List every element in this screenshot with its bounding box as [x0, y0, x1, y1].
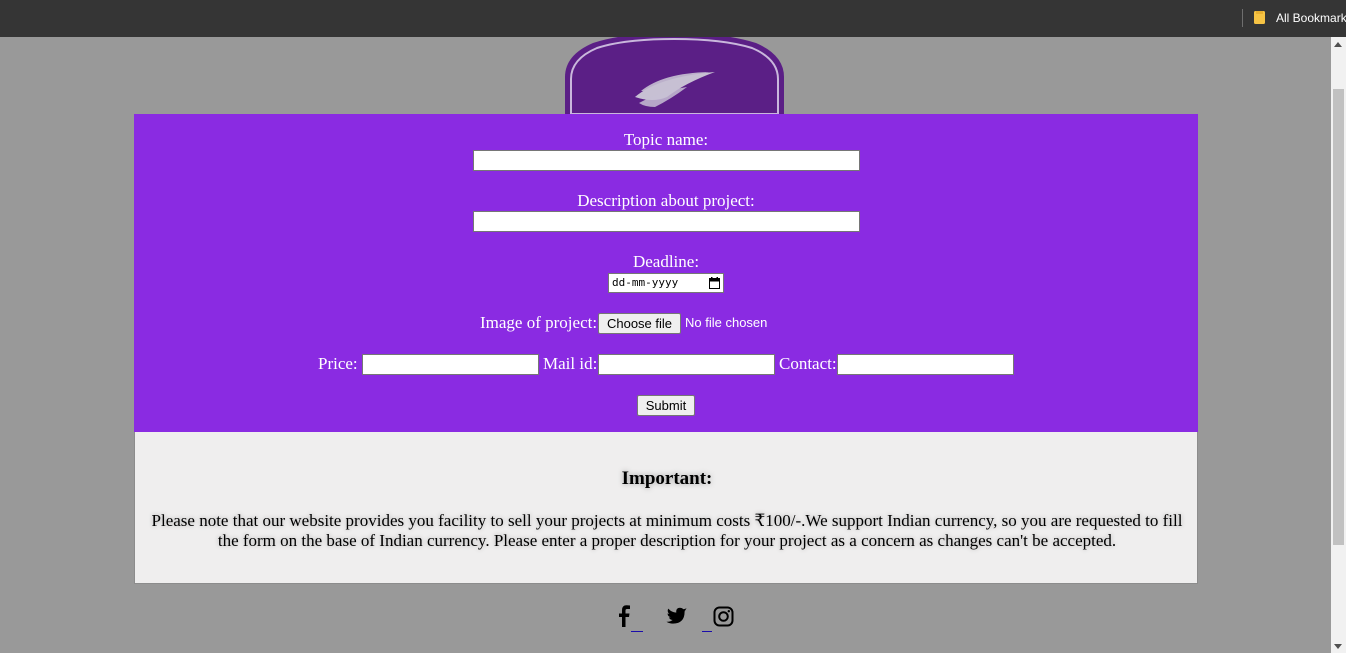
mail-id-input[interactable]: [598, 354, 775, 375]
calendar-icon[interactable]: [709, 277, 720, 289]
file-status-text: No file chosen: [685, 315, 768, 330]
site-logo: [563, 37, 786, 114]
image-of-project-label: Image of project:: [480, 313, 598, 332]
instagram-link[interactable]: [713, 605, 735, 633]
scroll-down-arrow-icon[interactable]: [1334, 644, 1342, 649]
deadline-label: Deadline:: [632, 252, 700, 271]
instagram-icon[interactable]: [713, 605, 735, 631]
project-form: Topic name: Description about project: D…: [134, 114, 1198, 432]
topic-name-label: Topic name:: [623, 130, 709, 149]
all-bookmarks-link[interactable]: All Bookmarks: [1276, 10, 1346, 26]
scroll-up-arrow-icon[interactable]: [1334, 42, 1342, 47]
facebook-icon[interactable]: [616, 605, 634, 631]
submit-button[interactable]: Submit: [637, 395, 695, 416]
twitter-icon[interactable]: [666, 605, 688, 631]
deadline-date-input[interactable]: dd-mm-yyyy: [608, 273, 724, 293]
facebook-link[interactable]: [616, 605, 634, 633]
description-input[interactable]: [473, 211, 860, 232]
notice-text: Please note that our website provides yo…: [151, 511, 1183, 550]
contact-label: Contact:: [779, 354, 837, 373]
notice-heading: Important:: [621, 468, 713, 489]
twitter-link-underline: [702, 631, 712, 632]
bookmarks-bar: All Bookmarks: [0, 0, 1346, 37]
choose-file-button[interactable]: Choose file: [598, 313, 681, 334]
deadline-placeholder: dd-mm-yyyy: [612, 276, 679, 289]
bookmark-folder-icon[interactable]: [1253, 10, 1266, 25]
price-input[interactable]: [362, 354, 539, 375]
bookmarks-divider: [1242, 9, 1243, 27]
page-scrollbar[interactable]: [1331, 37, 1346, 653]
important-notice: Important: Please note that our website …: [134, 432, 1198, 584]
wing-logo-icon: [565, 37, 784, 114]
twitter-link[interactable]: [666, 605, 688, 633]
description-label: Description about project:: [577, 191, 755, 210]
scrollbar-thumb[interactable]: [1333, 89, 1344, 545]
facebook-link-underline: [631, 631, 643, 632]
price-label: Price:: [318, 354, 358, 373]
contact-input[interactable]: [837, 354, 1014, 375]
mail-id-label: Mail id:: [543, 354, 598, 373]
topic-name-input[interactable]: [473, 150, 860, 171]
